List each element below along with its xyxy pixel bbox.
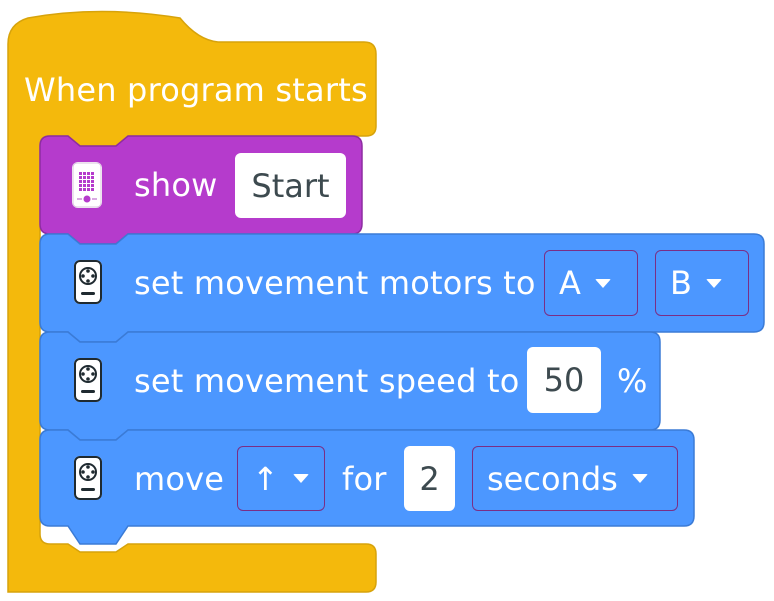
direction-dropdown[interactable]: ↑: [237, 446, 325, 511]
move-label: move: [134, 460, 225, 498]
code-canvas: When program starts show Start set movem…: [0, 0, 774, 601]
set-motors-label: set movement motors to: [134, 264, 536, 302]
chevron-down-icon: [594, 278, 611, 288]
duration-input[interactable]: 2: [404, 446, 455, 511]
chevron-down-icon: [292, 474, 309, 483]
motor-port-a-dropdown[interactable]: A: [544, 250, 638, 316]
movement-icon: [74, 260, 102, 304]
for-label: for: [342, 460, 387, 498]
set-speed-label: set movement speed to: [134, 362, 520, 400]
direction-arrow-icon: ↑: [252, 459, 279, 498]
hub-light-matrix-icon: [72, 162, 102, 208]
show-message-input[interactable]: Start: [235, 153, 346, 218]
duration-unit-dropdown[interactable]: seconds: [472, 446, 678, 511]
hat-block-label: When program starts: [24, 71, 368, 109]
speed-input[interactable]: 50: [527, 347, 601, 413]
motor-port-a-value: A: [559, 264, 581, 302]
duration-unit-value: seconds: [487, 459, 618, 498]
chevron-down-icon: [705, 278, 722, 288]
movement-icon: [74, 456, 102, 500]
motor-port-b-value: B: [670, 264, 692, 302]
show-block-label: show: [134, 166, 218, 204]
chevron-down-icon: [631, 474, 648, 483]
motor-port-b-dropdown[interactable]: B: [655, 250, 749, 316]
movement-icon: [74, 358, 102, 402]
speed-unit-label: %: [617, 362, 648, 400]
